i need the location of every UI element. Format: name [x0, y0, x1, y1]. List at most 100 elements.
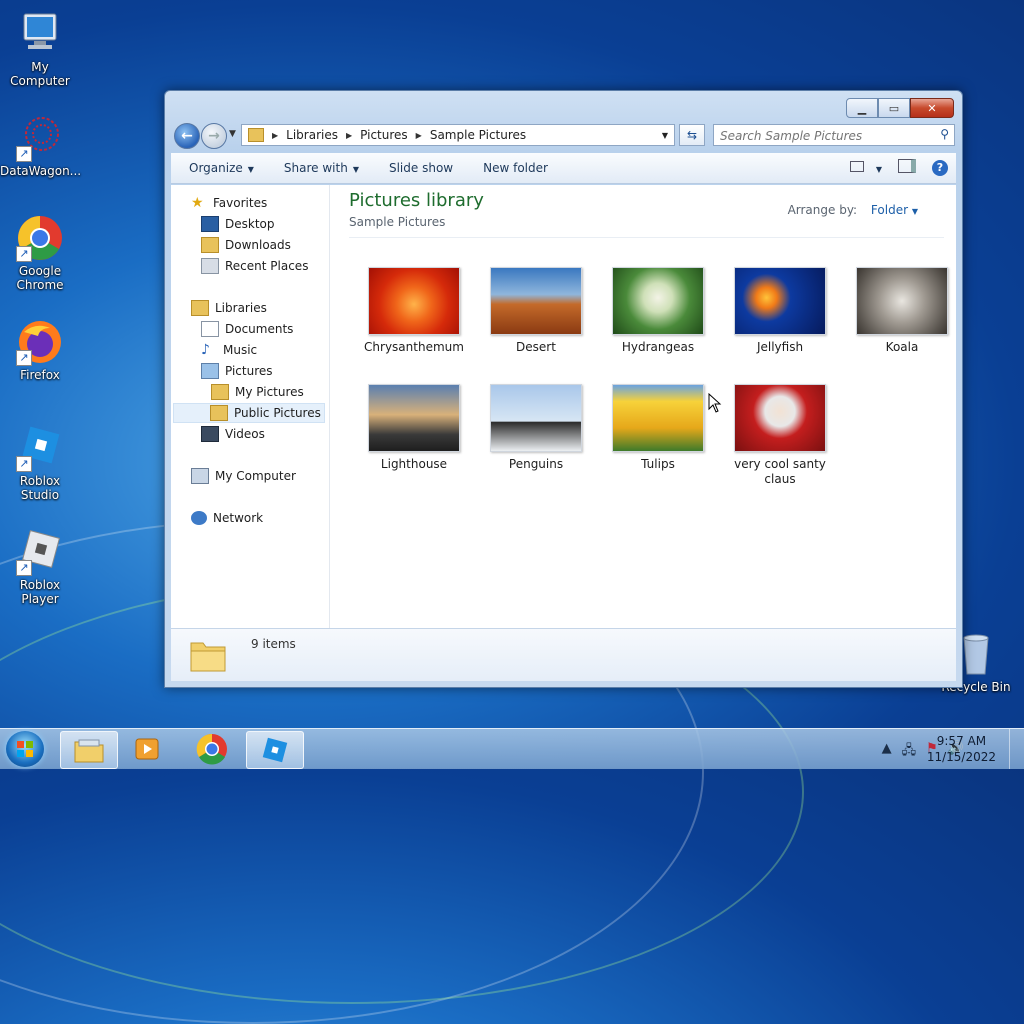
- explorer-window[interactable]: ▁ ▭ ✕ ← → ▼ ▶ Libraries ▶ Pictures ▶ Sam…: [164, 90, 963, 688]
- breadcrumb-libraries[interactable]: Libraries: [286, 128, 338, 142]
- thumbnail-image: [734, 384, 826, 452]
- desktop-icon-datawagon[interactable]: ↗ DataWagon...: [0, 114, 81, 178]
- nav-downloads[interactable]: Downloads: [201, 235, 291, 255]
- nav-music[interactable]: ♪ Music: [201, 340, 257, 360]
- chrome-icon: [196, 733, 227, 765]
- taskbar-media-player[interactable]: [120, 731, 176, 767]
- new-folder-button[interactable]: New folder: [465, 161, 560, 175]
- recent-places-icon: [201, 258, 219, 274]
- desktop-icon-chrome[interactable]: ↗ Google Chrome: [0, 214, 80, 292]
- file-name: Desert: [516, 340, 556, 354]
- shortcut-arrow-icon: ↗: [16, 246, 32, 262]
- library-subtitle: Sample Pictures: [349, 215, 446, 229]
- nav-label: My Computer: [215, 469, 296, 483]
- organize-button[interactable]: Organize ▼: [171, 161, 266, 175]
- share-with-button[interactable]: Share with ▼: [266, 161, 371, 175]
- desktop-icon-roblox-studio[interactable]: ↗ Roblox Studio: [0, 424, 80, 502]
- refresh-button[interactable]: ⇆: [679, 124, 705, 146]
- file-item[interactable]: Jellyfish: [719, 267, 841, 355]
- folder-icon: [211, 384, 229, 400]
- nav-libraries[interactable]: Libraries: [191, 298, 267, 318]
- star-icon: ★: [191, 195, 204, 211]
- nav-recent-places[interactable]: Recent Places: [201, 256, 308, 276]
- file-item[interactable]: Penguins: [475, 384, 597, 472]
- minimize-button[interactable]: ▁: [846, 98, 878, 118]
- search-icon[interactable]: ⚲: [940, 127, 949, 141]
- address-dropdown-icon[interactable]: ▼: [662, 131, 668, 140]
- file-item[interactable]: Desert: [475, 267, 597, 355]
- breadcrumb-arrow-icon[interactable]: ▶: [416, 131, 422, 140]
- nav-videos[interactable]: Videos: [201, 424, 265, 444]
- slide-show-button[interactable]: Slide show: [371, 161, 465, 175]
- roblox-player-icon: ↗: [16, 528, 64, 576]
- roblox-studio-icon: [262, 737, 288, 763]
- desktop-icon-label: My Computer: [10, 60, 70, 88]
- recent-pages-dropdown[interactable]: ▼: [229, 129, 236, 139]
- share-with-label: Share with: [283, 161, 348, 175]
- breadcrumb-pictures[interactable]: Pictures: [360, 128, 408, 142]
- clock[interactable]: 9:57 AM 11/15/2022: [927, 733, 996, 765]
- network-tray-icon[interactable]: 🖧: [902, 741, 917, 763]
- nav-documents[interactable]: Documents: [201, 319, 293, 339]
- nav-pictures[interactable]: Pictures: [201, 361, 273, 381]
- nav-favorites[interactable]: ★ Favorites: [191, 193, 267, 213]
- file-item[interactable]: Koala: [841, 267, 963, 355]
- clock-time: 9:57 AM: [936, 734, 987, 748]
- close-button[interactable]: ✕: [910, 98, 954, 118]
- nav-network[interactable]: Network: [191, 508, 263, 528]
- libraries-icon: [191, 300, 209, 316]
- file-name: Penguins: [508, 457, 564, 471]
- media-player-icon: [135, 738, 159, 760]
- maximize-button[interactable]: ▭: [878, 98, 910, 118]
- desktop-icon-label: Roblox Studio: [19, 474, 61, 502]
- search-input[interactable]: [714, 127, 936, 145]
- nav-my-pictures[interactable]: My Pictures: [211, 382, 304, 402]
- file-item[interactable]: Tulips: [597, 384, 719, 472]
- back-button[interactable]: ←: [174, 123, 200, 149]
- file-item[interactable]: Chrysanthemum: [353, 267, 475, 355]
- chevron-down-icon: ▼: [875, 164, 882, 174]
- search-box[interactable]: ⚲: [713, 124, 955, 146]
- start-button[interactable]: [6, 731, 44, 767]
- nav-desktop[interactable]: Desktop: [201, 214, 275, 234]
- arrow-right-icon: →: [208, 128, 220, 144]
- forward-button[interactable]: →: [201, 123, 227, 149]
- downloads-folder-icon: [201, 237, 219, 253]
- taskbar-roblox-studio[interactable]: [246, 731, 304, 769]
- taskbar-explorer[interactable]: [60, 731, 118, 769]
- breadcrumb-arrow-icon[interactable]: ▶: [272, 131, 278, 140]
- nav-label: Music: [223, 343, 258, 357]
- breadcrumb-arrow-icon[interactable]: ▶: [346, 131, 352, 140]
- folder-icon: [210, 405, 228, 421]
- breadcrumb-sample-pictures[interactable]: Sample Pictures: [430, 128, 526, 142]
- desktop-icon-firefox[interactable]: ↗ Firefox: [0, 318, 80, 382]
- minimize-icon: ▁: [857, 101, 867, 115]
- arrange-dropdown[interactable]: Folder ▼: [871, 203, 918, 217]
- preview-pane-button[interactable]: [898, 159, 916, 176]
- desktop-icon-my-computer[interactable]: My Computer: [0, 10, 80, 88]
- chevron-down-icon: ▼: [911, 207, 918, 216]
- show-desktop-button[interactable]: [1009, 729, 1024, 769]
- file-item[interactable]: Lighthouse: [353, 384, 475, 472]
- navigation-bar: ← → ▼ ▶ Libraries ▶ Pictures ▶ Sample Pi…: [173, 123, 955, 149]
- taskbar-chrome[interactable]: [184, 731, 240, 767]
- chevron-down-icon: ▼: [352, 165, 359, 174]
- address-bar[interactable]: ▶ Libraries ▶ Pictures ▶ Sample Pictures…: [241, 124, 675, 146]
- thumbnail-image: [490, 384, 582, 452]
- file-item[interactable]: very cool santy claus: [719, 384, 841, 487]
- nav-public-pictures[interactable]: Public Pictures: [173, 403, 325, 423]
- details-pane: 9 items: [171, 628, 956, 681]
- file-explorer-icon: [74, 739, 104, 763]
- documents-icon: [201, 321, 219, 337]
- preview-pane-icon: [898, 159, 916, 173]
- command-bar: Organize ▼ Share with ▼ Slide show New fol…: [171, 153, 956, 184]
- organize-label: Organize: [189, 161, 243, 175]
- help-button[interactable]: ?: [932, 159, 948, 176]
- change-view-button[interactable]: ▼: [850, 160, 882, 175]
- show-hidden-icons-button[interactable]: ▲: [882, 741, 892, 763]
- file-item[interactable]: Hydrangeas: [597, 267, 719, 355]
- desktop-icon-roblox-player[interactable]: ↗ Roblox Player: [0, 528, 80, 606]
- nav-label: Documents: [225, 322, 294, 336]
- file-name: Chrysanthemum: [364, 340, 464, 354]
- nav-my-computer[interactable]: My Computer: [191, 466, 296, 486]
